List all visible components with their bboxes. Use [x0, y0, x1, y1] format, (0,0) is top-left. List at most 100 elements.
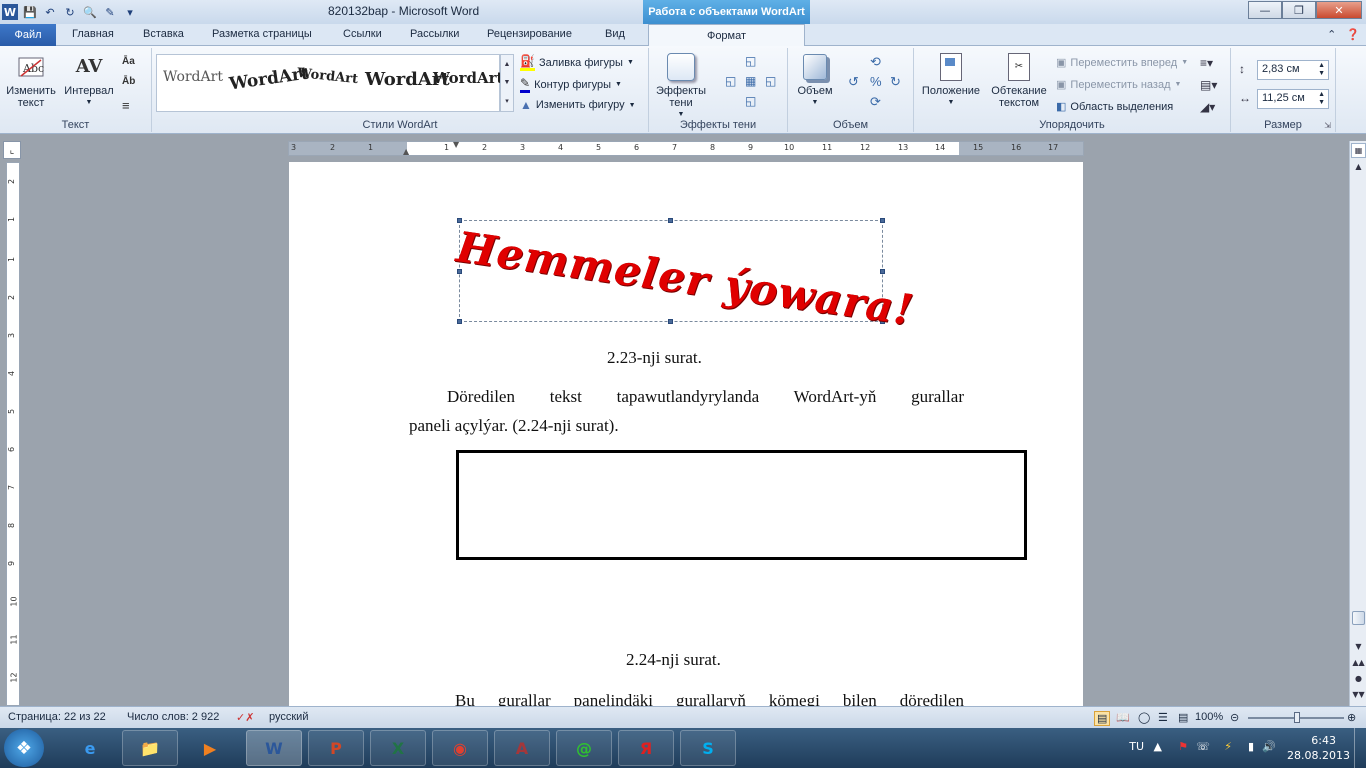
height-spinner-icon[interactable]: ▲ ▼	[1318, 62, 1325, 78]
resize-handle[interactable]	[457, 319, 462, 324]
chrome-icon[interactable]: ◉	[432, 730, 488, 766]
action-center-icon[interactable]: ⚑	[1178, 740, 1188, 753]
gallery-up-icon[interactable]: ▲	[504, 61, 511, 68]
shape-fill-button[interactable]: ⛽ Заливка фигуры ▼	[520, 54, 634, 71]
keyboard-language[interactable]: TU	[1129, 740, 1144, 753]
tab-references[interactable]: Ссылки	[343, 28, 382, 40]
tab-view[interactable]: Вид	[605, 28, 625, 40]
resize-handle[interactable]	[880, 269, 885, 274]
skype-icon[interactable]: S	[680, 730, 736, 766]
wordart-style-gallery[interactable]: WordArt WordArt WordArt WordArt WordArt	[156, 54, 504, 112]
tab-mailings[interactable]: Рассылки	[410, 28, 459, 40]
shape-height-input[interactable]: 2,83 см ▲ ▼	[1257, 60, 1329, 80]
customize-qat-icon[interactable]: ▾	[122, 4, 138, 20]
tab-selector-icon[interactable]: ⌞	[3, 141, 21, 159]
zoom-slider[interactable]	[1248, 712, 1344, 723]
close-button[interactable]: ✕	[1316, 1, 1362, 19]
powerpoint-icon[interactable]: P	[308, 730, 364, 766]
nudge-shadow-right-icon[interactable]: ◱	[765, 74, 776, 88]
change-shape-button[interactable]: ▲ Изменить фигуру ▼	[520, 98, 636, 112]
page-count[interactable]: Страница: 22 из 22	[8, 711, 106, 723]
gallery-down-icon[interactable]: ▼	[504, 79, 511, 86]
scroll-up-icon[interactable]: ▲	[1351, 159, 1366, 174]
volume-button[interactable]: Объем ▼	[792, 52, 838, 109]
tab-insert[interactable]: Вставка	[143, 28, 184, 40]
tilt-down-icon[interactable]: ⟳	[870, 94, 881, 110]
shape-outline-button[interactable]: ✎ Контур фигуры ▼	[520, 76, 622, 93]
scroll-down-icon[interactable]: ▼	[1351, 639, 1366, 654]
same-height-letters-icon[interactable]: Āa	[122, 56, 135, 67]
clock-date[interactable]: 28.08.2013	[1287, 749, 1350, 762]
rotate-icon[interactable]: ◢▾	[1200, 100, 1215, 114]
save-icon[interactable]: 💾	[22, 4, 38, 20]
next-page-icon[interactable]: ▼▼	[1351, 687, 1366, 702]
minimize-button[interactable]: —	[1248, 1, 1282, 19]
indent-marker-icon[interactable]: ▲	[403, 147, 409, 156]
spacing-button[interactable]: AV Интервал ▼	[62, 52, 116, 109]
previous-page-icon[interactable]: ▲▲	[1351, 655, 1366, 670]
format-painter-icon[interactable]: ✎	[102, 4, 118, 20]
wordart-style-1[interactable]: WordArt	[163, 69, 223, 85]
gallery-more-icon[interactable]: ▾	[505, 97, 509, 105]
document-page[interactable]: Hemmeler ýowara! 2.23-nji surat. Döredil…	[289, 162, 1083, 706]
shadow-effects-button[interactable]: Эффекты тени ▼	[653, 52, 709, 121]
scroll-thumb[interactable]	[1352, 611, 1365, 625]
bring-forward-button[interactable]: ▣ Переместить вперед ▼	[1056, 56, 1188, 70]
full-screen-reading-icon[interactable]: 📖	[1116, 711, 1130, 724]
nudge-shadow-down-icon[interactable]: ◱	[745, 94, 756, 108]
redo-icon[interactable]: ↻	[62, 4, 78, 20]
align-icon[interactable]: ≡▾	[1200, 56, 1213, 70]
zoom-out-icon[interactable]: ⊝	[1230, 711, 1239, 724]
nudge-shadow-up-icon[interactable]: ◱	[745, 54, 756, 68]
ruler-toggle-icon[interactable]: ▦	[1351, 143, 1366, 158]
phone-icon[interactable]: ☏	[1196, 740, 1210, 753]
wordart-style-5[interactable]: WordArt	[433, 69, 504, 87]
position-button[interactable]: Положение ▼	[918, 52, 984, 109]
internet-explorer-icon[interactable]: e	[62, 730, 118, 766]
clock-time[interactable]: 6:43	[1311, 734, 1336, 747]
file-explorer-icon[interactable]: 📁	[122, 730, 178, 766]
vertical-scrollbar[interactable]: ▦ ▲ ▼ ▲▲ ● ▼▼	[1349, 141, 1366, 706]
width-spinner-icon[interactable]: ▲ ▼	[1318, 91, 1325, 107]
selection-pane-button[interactable]: ◧ Область выделения	[1056, 100, 1173, 114]
outline-view-icon[interactable]: ☰	[1158, 711, 1168, 724]
align-text-icon[interactable]: ≡	[122, 98, 130, 113]
web-layout-icon[interactable]: ◯	[1138, 711, 1150, 724]
collapse-ribbon-icon[interactable]: ⌃	[1327, 28, 1336, 41]
access-icon[interactable]: A	[494, 730, 550, 766]
yandex-browser-icon[interactable]: Я	[618, 730, 674, 766]
maximize-button[interactable]: ❐	[1282, 1, 1316, 19]
wrap-text-button[interactable]: ✂ Обтекание текстом	[986, 52, 1052, 109]
mail-agent-icon[interactable]: @	[556, 730, 612, 766]
size-dialog-launcher-icon[interactable]: ⇲	[1324, 121, 1331, 130]
volume-icon[interactable]: 🔊	[1262, 740, 1276, 753]
word-count[interactable]: Число слов: 2 922	[127, 711, 219, 723]
group-icon[interactable]: ▤▾	[1200, 78, 1217, 92]
resize-handle[interactable]	[668, 319, 673, 324]
print-layout-view-icon[interactable]: ▤	[1094, 711, 1111, 726]
spellcheck-icon[interactable]: ✓✗	[236, 711, 254, 724]
tilt-right-icon[interactable]: ↻	[890, 74, 901, 90]
network-icon[interactable]: ▮	[1248, 740, 1254, 753]
tab-home[interactable]: Главная	[72, 28, 114, 40]
tilt-up-icon[interactable]: ⟲	[870, 54, 881, 70]
show-desktop-button[interactable]	[1354, 728, 1366, 768]
zoom-in-icon[interactable]: ⊕	[1347, 711, 1356, 724]
nudge-shadow-left-icon[interactable]: ◱	[725, 74, 736, 88]
language-indicator[interactable]: русский	[269, 711, 308, 723]
undo-icon[interactable]: ↶	[42, 4, 58, 20]
start-button[interactable]: ❖	[4, 729, 44, 767]
send-backward-button[interactable]: ▣ Переместить назад ▼	[1056, 78, 1181, 92]
media-player-icon[interactable]: ▶	[182, 730, 238, 766]
vertical-ruler[interactable]: 2 1 1 2 3 4 5 6 7 8 9 10 11 12	[6, 162, 20, 706]
resize-handle[interactable]	[668, 218, 673, 223]
browse-object-icon[interactable]: ●	[1351, 671, 1366, 686]
tab-file[interactable]: Файл	[0, 24, 56, 46]
excel-icon[interactable]: X	[370, 730, 426, 766]
vertical-text-icon[interactable]: Āb	[122, 76, 135, 87]
zoom-slider-thumb[interactable]	[1294, 712, 1300, 723]
word-app-icon[interactable]: W	[2, 4, 18, 20]
tab-review[interactable]: Рецензирование	[487, 28, 572, 40]
resize-handle[interactable]	[880, 218, 885, 223]
help-icon[interactable]: ❓	[1346, 28, 1360, 41]
